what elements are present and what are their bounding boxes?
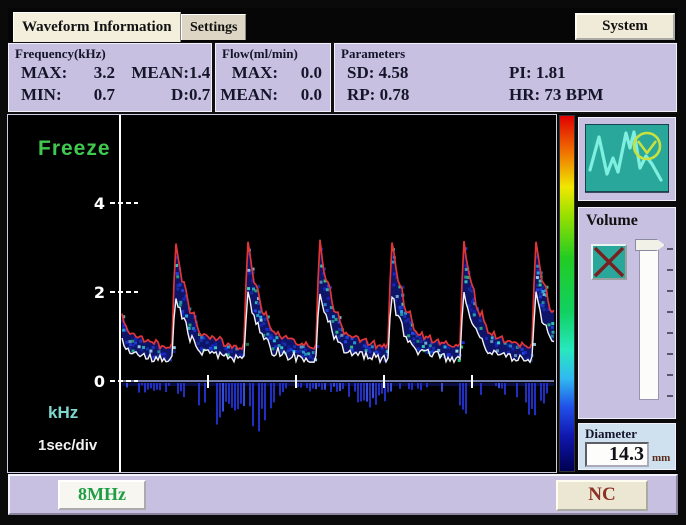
freq-d-value: 0.7 [189,85,211,104]
freq-max-value: 3.2 [93,63,115,82]
diameter-unit: mm [652,452,671,464]
freq-d-label: D: [171,85,189,104]
flow-mean-value: 0.0 [300,85,322,104]
tab-settings[interactable]: Settings [181,14,247,40]
freq-mean-label: MEAN: [131,63,189,82]
param-pi: PI: 1.81 [509,63,566,82]
param-hr: HR: 73 BPM [509,85,604,104]
svg-text:2: 2 [94,283,105,302]
tab-waveform-information[interactable]: Waveform Information [13,12,181,42]
volume-slider-thumb[interactable] [635,239,665,251]
diameter-label: Diameter [585,426,637,441]
flow-max-label: MAX: [231,63,278,82]
flow-max-value: 0.0 [300,63,322,82]
param-sd: SD: 4.58 [347,63,409,82]
measurement-panels: Frequency(kHz) MAX: 3.2 MEAN: 1.4 MIN: 0… [8,42,678,114]
freq-max-label: MAX: [21,63,68,82]
frequency-panel-title: Frequency(kHz) [15,46,106,61]
svg-text:0: 0 [94,372,105,391]
volume-panel: Volume [578,207,676,419]
volume-slider-track[interactable] [639,248,659,400]
diameter-panel: Diameter 14.3 mm [578,423,676,470]
volume-mute-checkbox[interactable] [591,244,627,280]
mute-x-icon [593,246,625,278]
tab-bar: Waveform Information Settings System [8,10,678,42]
freq-min-label: MIN: [21,85,62,104]
spectral-display: 4 2 0 Freeze kHz 1sec/div [7,114,557,473]
diameter-value: 14.3 [585,442,649,467]
param-rp: RP: 0.78 [347,85,410,104]
parameters-panel: Parameters SD: 4.58 PI: 1.81 RP: 0.78 HR… [334,43,677,112]
y-axis-unit-label: kHz [48,403,79,422]
flow-panel-title: Flow(ml/min) [222,46,298,61]
flow-mean-label: MEAN: [220,85,278,104]
nc-button[interactable]: NC [556,480,648,511]
device-screen: Waveform Information Settings System Fre… [0,0,686,525]
probe-frequency-button[interactable]: 8MHz [58,480,146,510]
doppler-color-scale [559,115,575,472]
main-area: 4 2 0 Freeze kHz 1sec/div Volume Diameter … [7,114,678,473]
freq-mean-value: 1.4 [189,63,211,82]
bottom-bar: 8MHz NC [8,474,678,515]
app-window: Waveform Information Settings System Fre… [7,8,678,515]
waveform-envelope-icon [585,124,669,193]
sweep-speed-label: 1sec/div [38,437,98,454]
volume-label: Volume [586,212,638,229]
freq-min-value: 0.7 [93,85,115,104]
flow-panel: Flow(ml/min) MAX: 0.0 MEAN: 0.0 [215,43,331,112]
svg-text:4: 4 [94,194,105,213]
system-button[interactable]: System [575,13,675,40]
waveform-mode-button[interactable] [578,117,676,201]
right-controls: Volume Diameter 14.3 mm [578,115,676,472]
volume-slider-ticks [667,248,673,400]
doppler-waveform: 4 2 0 [94,115,555,472]
frequency-panel: Frequency(kHz) MAX: 3.2 MEAN: 1.4 MIN: 0… [8,43,212,112]
freeze-status: Freeze [38,137,111,160]
parameters-panel-title: Parameters [341,46,406,61]
